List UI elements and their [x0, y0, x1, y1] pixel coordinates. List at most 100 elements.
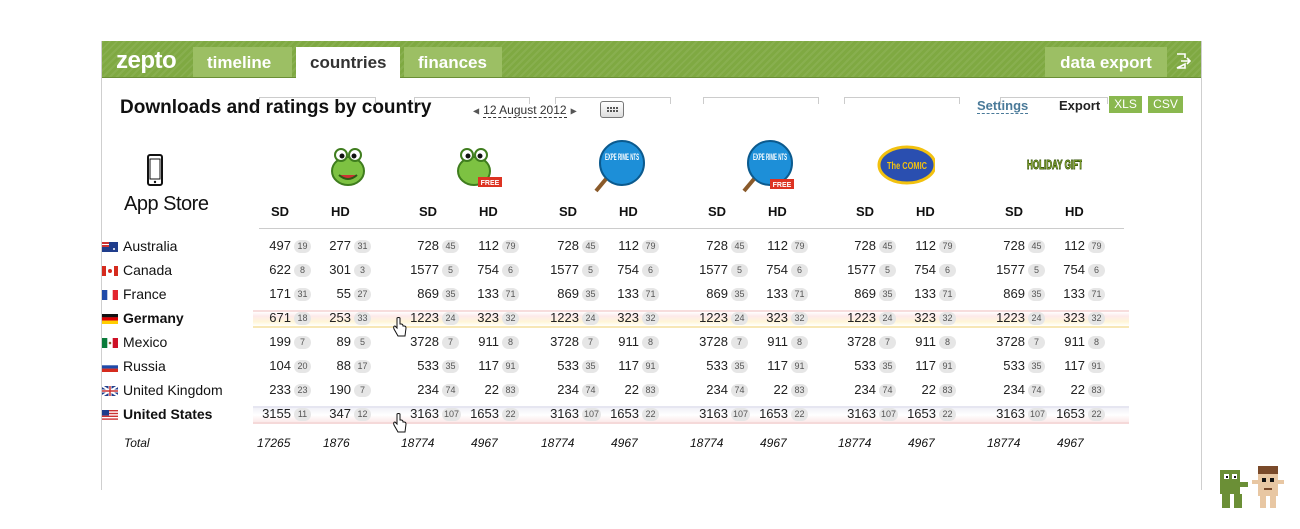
- download-count: 754: [1063, 262, 1085, 277]
- country-name: Canada: [123, 262, 173, 278]
- column-header-hd[interactable]: HD: [768, 204, 787, 219]
- zepto-logo[interactable]: zepto: [116, 47, 177, 75]
- download-count: 22: [1070, 382, 1085, 397]
- download-count: 3163: [550, 406, 579, 421]
- download-count: 323: [477, 310, 499, 325]
- table-cell-hd: 133 71: [589, 284, 659, 304]
- rating-badge: 6: [502, 264, 519, 278]
- country-name: United Kingdom: [123, 382, 223, 398]
- download-count: 3728: [847, 334, 876, 349]
- download-count: 911: [618, 334, 639, 349]
- table-cell-hd: 754 6: [1035, 260, 1105, 280]
- total-label: Total: [124, 436, 150, 450]
- table-cell-hd: 88 17: [301, 356, 371, 376]
- column-header-hd[interactable]: HD: [479, 204, 498, 219]
- download-count: 234: [1003, 382, 1025, 397]
- download-count: 869: [417, 286, 439, 301]
- app-frame: zepto timeline countries finances data e…: [101, 41, 1202, 490]
- tab-timeline[interactable]: timeline: [193, 47, 292, 77]
- download-count: 3728: [550, 334, 579, 349]
- rating-badge: 22: [791, 408, 808, 422]
- om-nom-icon[interactable]: [318, 137, 378, 195]
- column-group-bracket: [259, 97, 376, 104]
- column-header-hd[interactable]: HD: [331, 204, 350, 219]
- table-cell-hd: 323 32: [449, 308, 519, 328]
- tab-countries[interactable]: countries: [296, 47, 400, 78]
- date-picker-link[interactable]: 12 August 2012: [483, 103, 567, 118]
- download-count: 112: [915, 238, 936, 253]
- table-cell-hd: 323 32: [738, 308, 808, 328]
- column-header-sd[interactable]: SD: [271, 204, 289, 219]
- next-date-arrow-icon[interactable]: ▶: [571, 106, 577, 115]
- download-count: 533: [557, 358, 579, 373]
- column-header-sd[interactable]: SD: [419, 204, 437, 219]
- download-count: 728: [557, 238, 579, 253]
- download-count: 622: [269, 262, 291, 277]
- download-count: 234: [417, 382, 439, 397]
- ru-flag-icon: [102, 362, 118, 372]
- rating-badge: 8: [642, 336, 659, 350]
- om-nom-free-icon[interactable]: FREE: [446, 137, 506, 195]
- download-count: 112: [478, 238, 499, 253]
- total-sd: 18774: [690, 436, 724, 450]
- rating-badge: 22: [642, 408, 659, 422]
- column-header-sd[interactable]: SD: [856, 204, 874, 219]
- table-cell-hd: 911 8: [589, 332, 659, 352]
- column-header-sd[interactable]: SD: [559, 204, 577, 219]
- table-cell-hd: 911 8: [1035, 332, 1105, 352]
- tab-finances[interactable]: finances: [404, 47, 502, 77]
- total-hd: 4967: [471, 436, 498, 450]
- download-count: 323: [617, 310, 639, 325]
- download-count: 1223: [996, 310, 1025, 325]
- logout-icon[interactable]: [1175, 53, 1191, 69]
- prev-date-arrow-icon[interactable]: ◀: [473, 106, 479, 115]
- download-count: 117: [767, 358, 788, 373]
- country-name: France: [123, 286, 167, 302]
- tab-data-export[interactable]: data export: [1045, 47, 1167, 77]
- download-count: 728: [417, 238, 439, 253]
- rating-badge: 6: [1088, 264, 1105, 278]
- export-csv-button[interactable]: CSV: [1148, 96, 1183, 113]
- download-count: 234: [557, 382, 579, 397]
- rating-badge: 32: [1088, 312, 1105, 326]
- column-group-bracket: [555, 97, 671, 104]
- download-count: 233: [269, 382, 291, 397]
- column-header-hd[interactable]: HD: [1065, 204, 1084, 219]
- download-count: 277: [329, 238, 351, 253]
- download-count: 234: [706, 382, 728, 397]
- download-count: 1577: [410, 262, 439, 277]
- table-cell-hd: 323 32: [1035, 308, 1105, 328]
- table-cell-hd: 1653 22: [738, 404, 808, 424]
- download-count: 911: [1064, 334, 1085, 349]
- download-count: 323: [1063, 310, 1085, 325]
- free-badge: FREE: [481, 180, 500, 187]
- table-cell-hd: 754 6: [886, 260, 956, 280]
- experiments-icon[interactable]: EXPE RIME NTS: [590, 137, 650, 195]
- download-count: 1223: [847, 310, 876, 325]
- rating-badge: 71: [1088, 288, 1105, 302]
- rating-badge: 22: [502, 408, 519, 422]
- experiments-free-icon[interactable]: EXPE RIME NTS FREE: [738, 137, 798, 195]
- download-count: 1653: [610, 406, 639, 421]
- table-cell-hd: 133 71: [886, 284, 956, 304]
- download-count: 3163: [996, 406, 1025, 421]
- rating-badge: 7: [354, 384, 371, 398]
- export-xls-button[interactable]: XLS: [1109, 96, 1142, 113]
- column-header-hd[interactable]: HD: [916, 204, 935, 219]
- download-count: 253: [329, 310, 351, 325]
- the-comic-icon[interactable]: The COMIC: [875, 137, 935, 195]
- table-cell-hd: 55 27: [301, 284, 371, 304]
- column-header-sd[interactable]: SD: [708, 204, 726, 219]
- rating-badge: 91: [791, 360, 808, 374]
- table-cell-hd: 112 79: [449, 236, 519, 256]
- column-header-sd[interactable]: SD: [1005, 204, 1023, 219]
- table-cell-hd: 1653 22: [1035, 404, 1105, 424]
- download-count: 754: [914, 262, 936, 277]
- download-count: 22: [624, 382, 639, 397]
- download-count: 171: [269, 286, 291, 301]
- rating-badge: 5: [354, 336, 371, 350]
- rating-badge: 79: [791, 240, 808, 254]
- rating-badge: 91: [939, 360, 956, 374]
- holiday-gift-icon[interactable]: HOLIDAY GIFT: [1022, 137, 1083, 195]
- column-header-hd[interactable]: HD: [619, 204, 638, 219]
